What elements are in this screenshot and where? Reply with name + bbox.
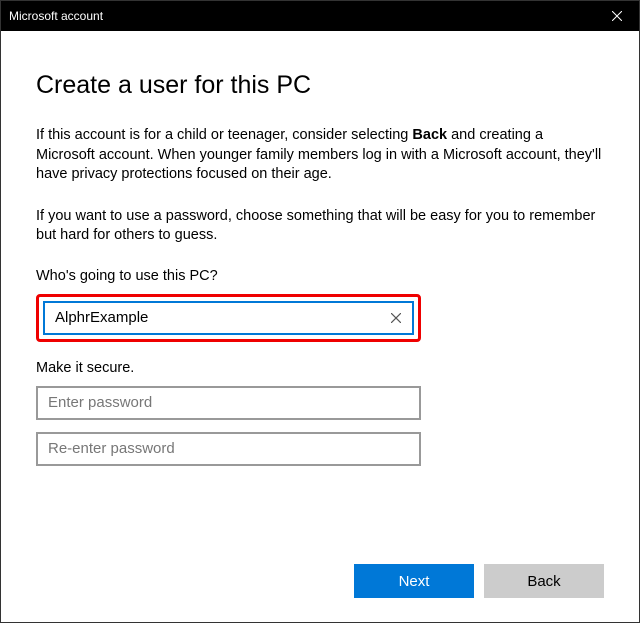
username-input[interactable]	[55, 303, 386, 333]
secure-label: Make it secure.	[36, 360, 604, 376]
repassword-input[interactable]	[36, 432, 421, 466]
titlebar: Microsoft account	[1, 1, 639, 31]
username-field-wrap	[43, 301, 414, 335]
username-highlight	[36, 294, 421, 342]
dialog-window: Microsoft account Create a user for this…	[0, 0, 640, 623]
back-button[interactable]: Back	[484, 564, 604, 598]
close-icon	[612, 11, 622, 21]
password-input[interactable]	[36, 386, 421, 420]
window-title: Microsoft account	[9, 9, 594, 23]
username-label: Who's going to use this PC?	[36, 268, 604, 284]
desc1-pre: If this account is for a child or teenag…	[36, 127, 412, 143]
dialog-content: Create a user for this PC If this accoun…	[1, 31, 639, 622]
clear-button[interactable]	[386, 308, 406, 328]
footer: Next Back	[36, 564, 604, 602]
close-button[interactable]	[594, 1, 639, 31]
description-1: If this account is for a child or teenag…	[36, 126, 604, 185]
description-2: If you want to use a password, choose so…	[36, 207, 604, 246]
clear-icon	[391, 313, 401, 323]
desc1-bold: Back	[412, 127, 447, 143]
page-heading: Create a user for this PC	[36, 71, 604, 100]
next-button[interactable]: Next	[354, 564, 474, 598]
